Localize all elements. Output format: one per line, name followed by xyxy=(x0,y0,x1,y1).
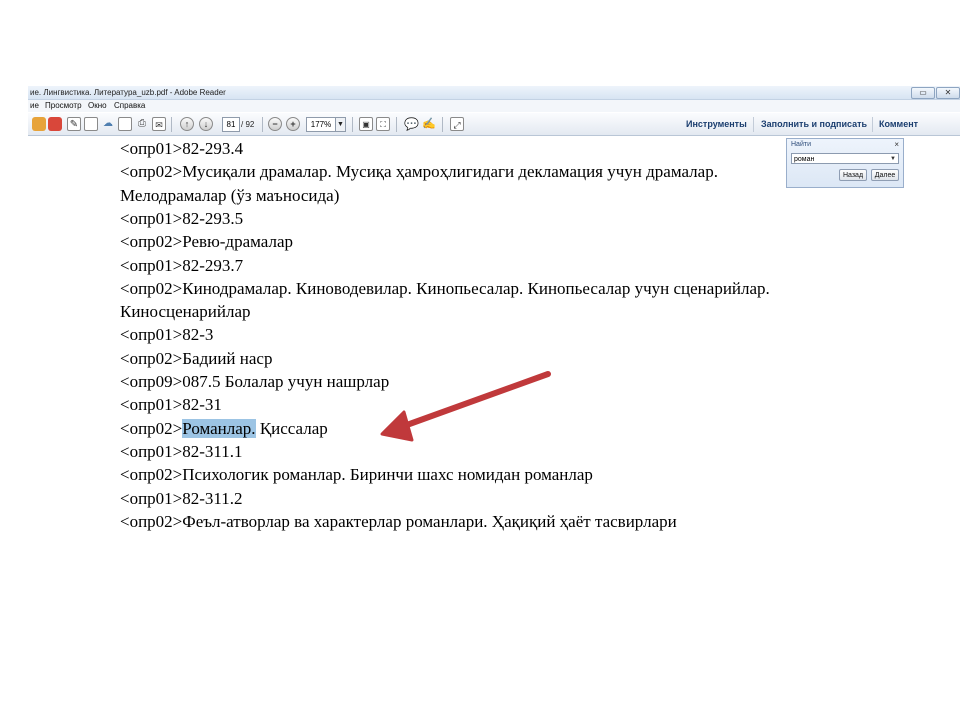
document-line: <опр01>82-293.7 xyxy=(120,255,244,275)
document-line: <опр01>82-31 xyxy=(120,395,222,415)
document-line: <опр02>Мусиқали драмалар. Мусиқа ҳамроҳл… xyxy=(120,162,718,182)
toolbar-separator xyxy=(352,117,353,132)
close-window-button[interactable]: ✕ xyxy=(936,87,960,99)
highlighted-line: <опр02>Романлар. Қиссалар xyxy=(120,418,328,440)
open-file-icon[interactable] xyxy=(84,117,98,131)
document-line: <опр02>Ревю-драмалар xyxy=(120,232,293,252)
close-icon[interactable]: × xyxy=(894,140,899,149)
find-title: Найти xyxy=(791,141,811,148)
fit-page-icon[interactable]: ▣ xyxy=(359,117,373,131)
toolbar-separator xyxy=(442,117,443,132)
expand-icon[interactable]: ⤢ xyxy=(450,117,464,131)
menu-item-window[interactable]: Окно xyxy=(88,100,107,112)
create-pdf-icon[interactable] xyxy=(32,117,46,131)
email-icon[interactable]: ✉ xyxy=(152,117,166,131)
tools-button[interactable]: Инструменты xyxy=(686,113,747,135)
page-number-input[interactable]: 81 xyxy=(222,117,240,132)
document-line: <опр02>Бадиий наср xyxy=(120,348,273,368)
fill-sign-button[interactable]: Заполнить и подписать xyxy=(761,113,867,135)
document-line: <опр02>Кинодрамалар. Киноводевилар. Кино… xyxy=(120,278,770,298)
toolbar-separator xyxy=(171,117,172,132)
toolbar-separator xyxy=(396,117,397,132)
zoom-input[interactable]: 177% xyxy=(306,117,336,132)
find-input[interactable]: роман ▼ xyxy=(791,153,899,164)
next-page-icon[interactable]: ↓ xyxy=(199,117,213,131)
cloud-icon[interactable]: ☁ xyxy=(101,117,115,131)
document-line: <опр02>Психологик романлар. Биринчи шахс… xyxy=(120,465,593,485)
find-next-button[interactable]: Далее xyxy=(871,169,899,181)
toolbar-separator xyxy=(753,117,754,132)
menu-item-view[interactable]: Просмотр xyxy=(45,100,82,112)
document-line: <опр01>82-293.5 xyxy=(120,208,244,228)
previous-page-icon[interactable]: ↑ xyxy=(180,117,194,131)
menu-item-help[interactable]: Справка xyxy=(114,100,145,112)
find-panel: Найти × роман ▼ Назад Далее xyxy=(786,138,904,188)
title-bar: ие. Лингвистика. Литература_uzb.pdf - Ad… xyxy=(28,86,960,100)
chevron-down-icon[interactable]: ▼ xyxy=(890,154,896,165)
highlight-icon[interactable]: ✍ xyxy=(422,117,436,131)
document-line: <опр01>82-3 xyxy=(120,325,214,345)
find-query: роман xyxy=(794,156,815,163)
document-line: <опр09>087.5 Болалар учун нашрлар xyxy=(120,372,390,391)
toolbar-separator xyxy=(872,117,873,132)
document-line: <опр01>82-311.2 xyxy=(120,488,243,508)
find-previous-button[interactable]: Назад xyxy=(839,169,867,181)
menu-item-edit[interactable]: ие xyxy=(30,100,39,112)
print-icon[interactable]: ⎙ xyxy=(135,117,149,131)
search-match-highlight: Романлар. xyxy=(182,418,256,438)
document-line: <опр01>82-293.4 xyxy=(120,139,244,158)
maximize-button[interactable]: ▭ xyxy=(911,87,935,99)
edit-icon[interactable]: ✎ xyxy=(67,117,81,131)
document-line: <опр02>Феъл-атворлар ва характерлар рома… xyxy=(120,511,677,531)
save-icon[interactable] xyxy=(118,117,132,131)
line-prefix: <опр02> xyxy=(120,418,183,438)
window-title: ие. Лингвистика. Литература_uzb.pdf - Ad… xyxy=(30,88,226,97)
toolbar: ✎ ☁ ⎙ ✉ ↑ ↓ 81 / 92 − + 177% ▼ ▣ ⛶ 💬 ✍ ⤢… xyxy=(28,113,960,136)
menu-bar: ие Просмотр Окно Справка xyxy=(28,100,960,112)
document-page: <опр01>82-293.4 <опр02>Мусиқали драмалар.… xyxy=(28,136,960,546)
zoom-in-icon[interactable]: + xyxy=(286,117,300,131)
document-line: <опр01>82-311.1 xyxy=(120,441,243,461)
comment-button[interactable]: Коммент xyxy=(879,113,918,135)
zoom-dropdown-icon[interactable]: ▼ xyxy=(335,117,346,132)
zoom-out-icon[interactable]: − xyxy=(268,117,282,131)
comment-icon[interactable]: 💬 xyxy=(404,117,419,131)
full-screen-icon[interactable]: ⛶ xyxy=(376,117,390,131)
document-line: Мелодрамалар (ўз маъносида) xyxy=(120,185,340,205)
export-pdf-icon[interactable] xyxy=(48,117,62,131)
toolbar-separator xyxy=(262,117,263,132)
window-controls: ▭ ✕ xyxy=(911,87,960,99)
line-suffix: Қиссалар xyxy=(255,418,328,438)
page-total: / 92 xyxy=(241,120,255,129)
adobe-reader-window: ие. Лингвистика. Литература_uzb.pdf - Ad… xyxy=(28,86,960,546)
document-line: Киносценарийлар xyxy=(120,302,251,322)
